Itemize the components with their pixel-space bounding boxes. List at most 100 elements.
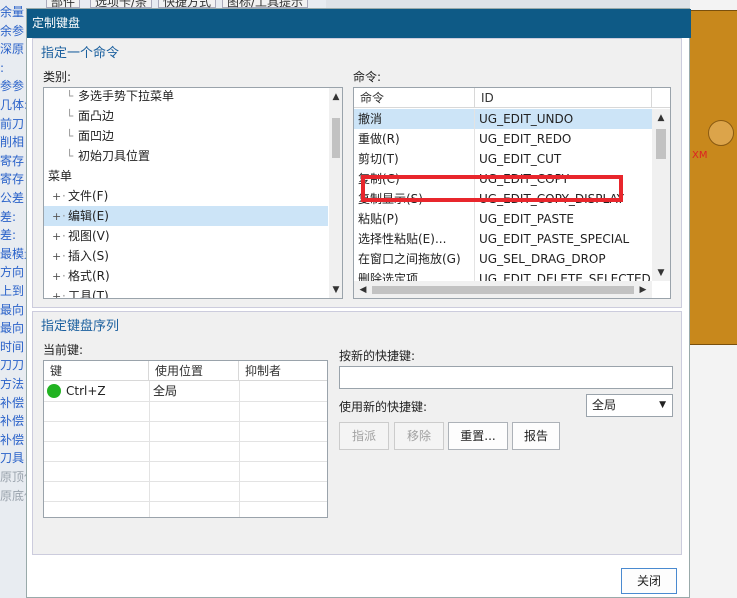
use-location-value: 全局 [592, 398, 617, 412]
category-item[interactable]: └ 面凸边 [44, 106, 328, 126]
expand-plus-icon[interactable]: + [52, 247, 62, 267]
where-cell: 全局 [153, 384, 178, 398]
category-item-label: 面凹边 [78, 129, 115, 143]
expand-plus-icon[interactable]: + [52, 287, 62, 298]
background-text-line: 上到 [0, 284, 25, 298]
key-row[interactable]: Ctrl+Z 全局 [44, 381, 327, 401]
scroll-thumb[interactable] [656, 129, 666, 159]
command-row[interactable]: 重做(R) UG_EDIT_REDO [354, 129, 652, 149]
command-hscrollbar[interactable]: ◀ ▶ [354, 281, 652, 298]
scroll-thumb[interactable] [332, 118, 340, 158]
background-text-line: 削相 [0, 135, 25, 150]
background-text-line: 原底偏 [0, 488, 26, 503]
background-text-line: 寄存 [0, 172, 25, 187]
grid-line [44, 401, 327, 402]
spare-column-header [652, 88, 670, 108]
key-section: 指定键盘序列 当前键: 键 使用位置 抑制者 Ctrl+Z 全局 按新的快捷键: … [32, 311, 682, 555]
suppressor-column-header[interactable]: 抑制者 [239, 361, 327, 381]
background-text-line: 方向 [0, 265, 25, 280]
command-row[interactable]: 在窗口之间拖放(G) UG_SEL_DRAG_DROP [354, 249, 652, 269]
background-text-line: 刀刀 [0, 358, 25, 373]
chevron-down-icon: ▼ [659, 400, 666, 410]
background-text-line: 差: [0, 228, 17, 243]
scroll-down-icon[interactable]: ▼ [655, 267, 667, 279]
background-tab[interactable]: 部件 [46, 0, 81, 8]
category-item[interactable]: └ 初始刀具位置 [44, 146, 328, 166]
remove-button[interactable]: 移除 [394, 422, 444, 450]
command-column-header[interactable]: 命令 [354, 88, 475, 108]
scroll-down-icon[interactable]: ▼ [330, 284, 342, 296]
expand-plus-icon[interactable]: + [52, 207, 62, 227]
category-item[interactable]: └ 面凹边 [44, 126, 328, 146]
grid-line [44, 501, 327, 502]
command-row[interactable]: 粘贴(P) UG_EDIT_PASTE [354, 209, 652, 229]
background-tab[interactable]: 图标/工具提示 [222, 0, 309, 8]
tree-branch-line: └ [66, 149, 74, 163]
report-button[interactable]: 报告 [512, 422, 560, 450]
background-text-line: 补偿 [0, 414, 25, 429]
background-text-line: 寄存 [0, 153, 25, 168]
grid-line [44, 481, 327, 482]
background-text-line: 余参 [0, 23, 25, 38]
new-key-input[interactable] [339, 366, 673, 389]
expand-plus-icon[interactable]: + [52, 267, 62, 287]
category-item[interactable]: +· 插入(S) [44, 246, 328, 266]
category-item[interactable]: +· 视图(V) [44, 226, 328, 246]
cad-model-hole [708, 120, 734, 146]
command-row[interactable]: 撤消 UG_EDIT_UNDO [354, 109, 652, 129]
background-left-panel: 余量余参深原:参参几体:前刀削相寄存寄存公差差:差:最模量方向上到最向最向时间刀… [0, 0, 26, 598]
command-label: 命令: [353, 70, 382, 84]
scroll-up-icon[interactable]: ▲ [330, 91, 342, 103]
command-scrollbar[interactable]: ▲ ▼ [652, 109, 670, 281]
dialog-title: 定制键盘 [27, 9, 691, 38]
close-button[interactable]: 关闭 [621, 568, 677, 594]
category-label: 类别: [43, 70, 72, 84]
reset-button[interactable]: 重置... [448, 422, 508, 450]
command-name-cell: 选择性粘贴(E)... [354, 229, 475, 249]
cad-viewport[interactable]: XM [690, 0, 737, 598]
command-id-cell: UG_EDIT_UNDO [479, 112, 574, 126]
background-text-line: 参参 [0, 79, 25, 94]
category-scrollbar[interactable]: ▲ ▼ [329, 88, 342, 298]
command-id-cell: UG_SEL_DRAG_DROP [479, 252, 606, 266]
category-tree[interactable]: └ 多选手势下拉菜单 └ 面凸边 └ 面凹边 └ 初始刀具位置 菜单 +· 文件(F) +· 编辑(E)… [43, 87, 343, 299]
id-column-header[interactable]: ID [475, 88, 652, 108]
tree-branch-line: └ [66, 109, 74, 123]
category-item[interactable]: +· 文件(F) [44, 186, 328, 206]
scroll-up-icon[interactable]: ▲ [655, 112, 667, 124]
category-item-label: 插入(S) [68, 249, 109, 263]
category-item[interactable]: └ 多选手势下拉菜单 [44, 90, 328, 106]
command-name-cell: 在窗口之间拖放(G) [354, 249, 475, 269]
command-name-cell: 删除选定项 [354, 269, 475, 281]
scroll-right-icon[interactable]: ▶ [637, 284, 649, 296]
background-text-line: 最向 [0, 321, 25, 336]
category-item[interactable]: 菜单 [44, 166, 328, 186]
command-row[interactable]: 选择性粘贴(E)... UG_EDIT_PASTE_SPECIAL [354, 229, 652, 249]
command-id-cell: UG_EDIT_CUT [479, 152, 562, 166]
background-tab[interactable]: 选项卡/条 [90, 0, 153, 8]
where-column-header[interactable]: 使用位置 [149, 361, 239, 381]
category-item[interactable]: +· 工具(T) [44, 286, 328, 298]
expand-plus-icon[interactable]: + [52, 227, 62, 247]
command-name-cell: 粘贴(P) [354, 209, 475, 229]
category-item[interactable]: +· 格式(R) [44, 266, 328, 286]
background-tab[interactable]: 快捷方式 [158, 0, 217, 8]
background-text-line: 方法 [0, 377, 25, 391]
assign-button[interactable]: 指派 [339, 422, 389, 450]
tree-branch-line: └ [66, 90, 74, 103]
command-row[interactable]: 删除选定项 UG_EDIT_DELETE_SELECTED [354, 269, 652, 281]
background-text-line: 余量 [0, 5, 25, 19]
current-keys-table[interactable]: 键 使用位置 抑制者 Ctrl+Z 全局 [43, 360, 328, 518]
tree-branch-line: └ [66, 129, 74, 143]
hscroll-thumb[interactable] [372, 286, 634, 294]
key-column-header[interactable]: 键 [44, 361, 149, 381]
category-item[interactable]: +· 编辑(E) [44, 206, 328, 226]
scroll-left-icon[interactable]: ◀ [357, 284, 369, 296]
background-text-line: 时间 [0, 339, 25, 354]
command-id-cell: UG_EDIT_DELETE_SELECTED [479, 272, 651, 281]
expand-plus-icon[interactable]: + [52, 187, 62, 207]
background-text-line: 原顶偏 [0, 470, 26, 484]
use-location-select[interactable]: 全局 ▼ [586, 394, 673, 417]
command-row[interactable]: 剪切(T) UG_EDIT_CUT [354, 149, 652, 169]
category-item-label: 文件(F) [68, 189, 109, 203]
